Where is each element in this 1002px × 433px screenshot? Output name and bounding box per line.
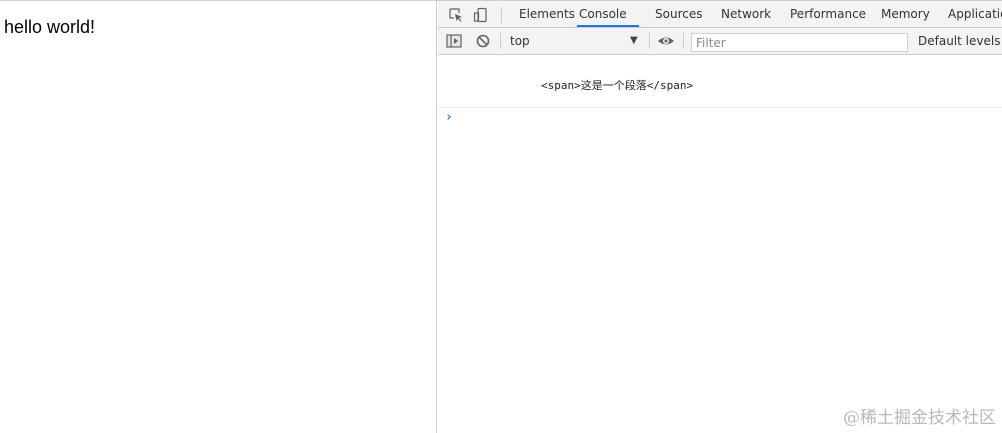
log-levels-dropdown[interactable]: Default levels ▼ [918,28,1002,54]
tab-network[interactable]: Network [719,1,773,27]
console-message-row: <span>这是一个段落</span> [438,55,1002,108]
page-viewport: hello world! [0,1,437,433]
watermark-text: @稀土掘金技术社区 [843,408,996,428]
console-message-text: <span>这是一个段落</span> [541,79,694,92]
live-expression-icon[interactable] [657,33,674,49]
tab-sources[interactable]: Sources [653,1,704,27]
console-output[interactable]: <span>这是一个段落</span> › [438,55,1002,433]
device-toolbar-icon[interactable] [473,7,489,23]
browser-window: hello world! Elements Console Sources Ne… [0,0,1002,433]
console-toolbar: top ▼ Default levels ▼ [438,28,1002,55]
console-sidebar-icon[interactable] [446,33,462,49]
devtools-panel: Elements Console Sources Network Perform… [438,1,1002,433]
page-content-text: hello world! [4,17,96,37]
tabbar-separator [501,7,502,23]
toolbar-separator [649,33,650,49]
tab-memory[interactable]: Memory [879,1,932,27]
clear-console-icon[interactable] [475,33,491,49]
tab-console[interactable]: Console [577,1,639,27]
context-selector[interactable]: top [504,28,646,54]
devtools-tabbar: Elements Console Sources Network Perform… [438,1,1002,28]
toolbar-separator [683,33,684,49]
tab-performance[interactable]: Performance [788,1,868,27]
tab-application[interactable]: Applicatio [946,1,1002,27]
console-prompt-icon[interactable]: › [445,110,453,125]
filter-input[interactable] [691,33,908,52]
inspect-element-icon[interactable] [448,7,464,23]
context-dropdown-arrow-icon[interactable]: ▼ [630,28,638,54]
toolbar-separator [500,33,501,49]
tab-elements[interactable]: Elements [517,1,577,27]
